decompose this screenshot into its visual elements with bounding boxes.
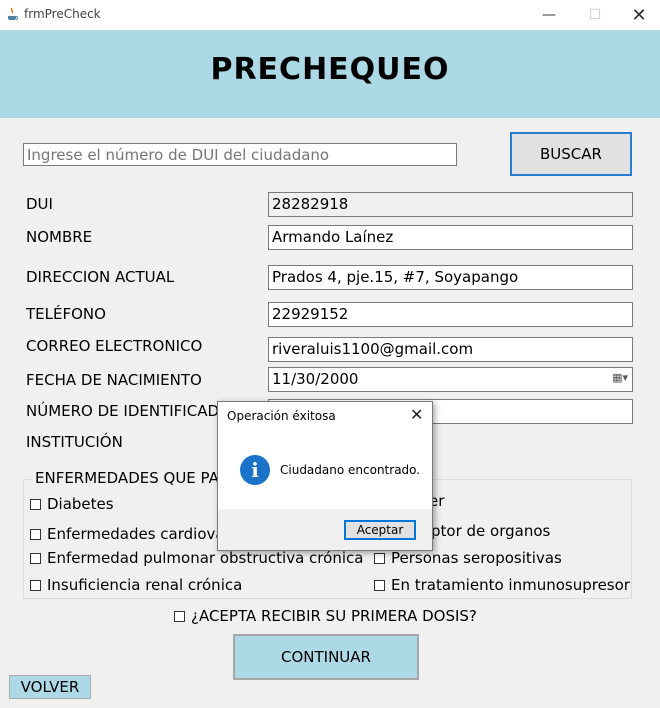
aceptar-button[interactable]: Aceptar: [344, 520, 416, 540]
checkbox-label: ptor de organos: [431, 522, 551, 540]
telefono-label: TELÉFONO: [26, 305, 106, 323]
checkbox-box[interactable]: [30, 579, 41, 591]
checkbox-label: En tratamiento inmunosupresor: [391, 576, 630, 594]
dui-field[interactable]: 28282918: [268, 192, 633, 217]
minimize-icon: —: [542, 7, 556, 23]
numero-label: NÚMERO DE IDENTIFICAD: [26, 402, 220, 420]
direccion-field[interactable]: Prados 4, pje.15, #7, Soyapango: [268, 265, 633, 290]
diabetes-checkbox[interactable]: Diabetes: [30, 495, 114, 513]
checkbox-label: Diabetes: [47, 495, 114, 513]
checkbox-label: ¿ACEPTA RECIBIR SU PRIMERA DOSIS?: [191, 607, 477, 625]
epoc-checkbox[interactable]: Enfermedad pulmonar obstructiva crónica: [30, 549, 363, 567]
fecha-label: FECHA DE NACIMIENTO: [26, 371, 202, 389]
checkbox-box[interactable]: [374, 579, 385, 591]
maximize-icon: ☐: [588, 7, 602, 23]
window-titlebar: frmPreCheck — ☐ ✕: [0, 0, 660, 30]
maximize-button[interactable]: ☐: [572, 0, 618, 30]
enfermedades-group-title: ENFERMEDADES QUE PAD: [32, 469, 234, 487]
checkbox-box[interactable]: [374, 552, 385, 564]
continuar-button[interactable]: CONTINUAR: [233, 634, 419, 680]
checkbox-label: Enfermedad pulmonar obstructiva crónica: [47, 549, 364, 567]
java-app-icon: [8, 7, 18, 20]
dialog-title: Operación éxitosa: [227, 409, 336, 423]
fecha-value: 11/30/2000: [272, 370, 359, 388]
search-button[interactable]: BUSCAR: [510, 132, 632, 176]
receptor-organos-checkbox-label: ptor de organos: [431, 522, 550, 540]
checkbox-box[interactable]: [30, 498, 41, 510]
dui-label: DUI: [26, 195, 53, 213]
window-title: frmPreCheck: [24, 7, 101, 21]
correo-field[interactable]: riveraluis1100@gmail.com: [268, 337, 633, 362]
telefono-field[interactable]: 22929152: [268, 302, 633, 327]
minimize-button[interactable]: —: [526, 0, 572, 30]
direccion-label: DIRECCION ACTUAL: [26, 268, 175, 286]
correo-label: CORREO ELECTRONICO: [26, 337, 203, 355]
checkbox-label: Enfermedades cardiova: [47, 525, 225, 543]
checkbox-box[interactable]: [30, 528, 41, 540]
dui-search-input[interactable]: [23, 143, 457, 166]
renal-checkbox[interactable]: Insuficiencia renal crónica: [30, 576, 242, 594]
cardiovascular-checkbox[interactable]: Enfermedades cardiova: [30, 525, 225, 543]
inmunosupresor-checkbox[interactable]: En tratamiento inmunosupresor: [374, 576, 630, 594]
volver-button[interactable]: VOLVER: [9, 675, 91, 699]
close-icon: ✕: [631, 4, 647, 26]
checkbox-label: Insuficiencia renal crónica: [47, 576, 243, 594]
acepta-dosis-checkbox[interactable]: ¿ACEPTA RECIBIR SU PRIMERA DOSIS?: [174, 607, 477, 625]
institucion-label: INSTITUCIÓN: [26, 433, 123, 451]
checkbox-label: Personas seropositivas: [391, 549, 562, 567]
page-title: PRECHEQUEO: [210, 52, 450, 87]
calendar-dropdown-icon[interactable]: ▦▾: [612, 371, 628, 384]
checkbox-box[interactable]: [30, 552, 41, 564]
close-button[interactable]: ✕: [616, 0, 660, 30]
nombre-label: NOMBRE: [26, 228, 93, 246]
fecha-date-picker[interactable]: 11/30/2000 ▦▾: [268, 367, 633, 392]
dialog-close-icon[interactable]: ✕: [410, 405, 423, 424]
nombre-field[interactable]: Armando Laínez: [268, 225, 633, 250]
dialog-message: Ciudadano encontrado.: [280, 463, 421, 477]
info-dialog: Operación éxitosa ✕ i Ciudadano encontra…: [217, 401, 433, 551]
info-icon: i: [240, 455, 270, 485]
checkbox-box[interactable]: [174, 610, 185, 622]
seropositivas-checkbox[interactable]: Personas seropositivas: [374, 549, 562, 567]
